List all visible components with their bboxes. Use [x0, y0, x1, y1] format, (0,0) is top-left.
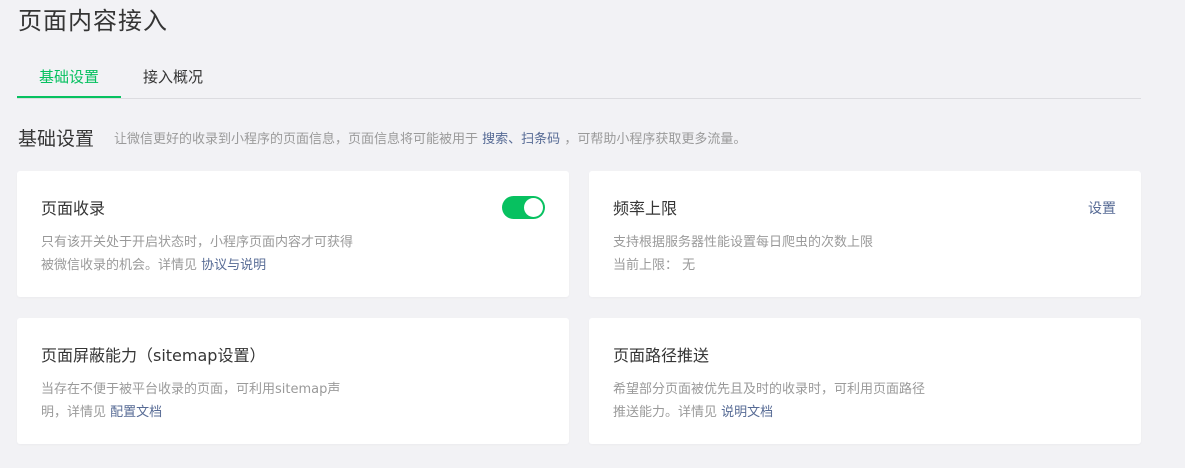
page-index-title: 页面收录 — [41, 199, 106, 218]
page-title: 页面内容接入 — [18, 7, 168, 35]
tab-basic-settings[interactable]: 基础设置 — [17, 58, 121, 98]
sitemap-desc-line2: 明，详情见 — [41, 405, 107, 420]
path-push-description: 希望部分页面被优先且及时的收录时，可利用页面路径 推送能力。详情见 说明文档 — [613, 378, 973, 424]
sitemap-desc-line1: 当存在不便于被平台收录的页面，可利用sitemap声 — [41, 382, 341, 397]
toggle-knob — [524, 198, 543, 217]
section-desc-suffix: ，可帮助小程序获取更多流量。 — [564, 131, 747, 147]
section-description: 让微信更好的收录到小程序的页面信息，页面信息将可能被用于 搜索、扫条码 ，可帮助… — [114, 128, 746, 147]
rate-limit-card: 频率上限 设置 支持根据服务器性能设置每日爬虫的次数上限 当前上限： 无 — [589, 171, 1141, 297]
config-doc-link[interactable]: 配置文档 — [110, 405, 162, 420]
rate-limit-current: 当前上限： 无 — [613, 258, 696, 273]
sitemap-title: 页面屏蔽能力（sitemap设置） — [41, 346, 266, 365]
section-header: 基础设置 让微信更好的收录到小程序的页面信息，页面信息将可能被用于 搜索、扫条码… — [18, 122, 746, 152]
rate-limit-title: 频率上限 — [613, 199, 678, 218]
page-index-description: 只有该开关处于开启状态时，小程序页面内容才可获得 被微信收录的机会。详情见 协议… — [41, 231, 401, 277]
path-push-desc-line1: 希望部分页面被优先且及时的收录时，可利用页面路径 — [613, 382, 926, 397]
sitemap-card: 页面屏蔽能力（sitemap设置） 当存在不便于被平台收录的页面，可利用site… — [17, 318, 569, 444]
path-push-title: 页面路径推送 — [613, 346, 710, 365]
path-push-card: 页面路径推送 希望部分页面被优先且及时的收录时，可利用页面路径 推送能力。详情见… — [589, 318, 1141, 444]
tab-access-overview[interactable]: 接入概况 — [127, 58, 219, 98]
rate-limit-settings-link[interactable]: 设置 — [1088, 198, 1116, 218]
sitemap-description: 当存在不便于被平台收录的页面，可利用sitemap声 明，详情见 配置文档 — [41, 378, 401, 424]
path-push-desc-line2: 推送能力。详情见 — [613, 405, 718, 420]
page-index-card: 页面收录 只有该开关处于开启状态时，小程序页面内容才可获得 被微信收录的机会。详… — [17, 171, 569, 297]
page-index-desc-line2: 被微信收录的机会。详情见 — [41, 258, 198, 273]
page-index-toggle[interactable] — [502, 196, 545, 219]
rate-limit-description: 支持根据服务器性能设置每日爬虫的次数上限 当前上限： 无 — [613, 231, 973, 277]
agreement-link[interactable]: 协议与说明 — [201, 258, 266, 273]
section-desc-prefix: 让微信更好的收录到小程序的页面信息，页面信息将可能被用于 — [114, 131, 479, 147]
tab-bar: 基础设置 接入概况 — [17, 58, 1141, 99]
rate-limit-desc-line1: 支持根据服务器性能设置每日爬虫的次数上限 — [613, 235, 874, 250]
search-scan-link[interactable]: 搜索、扫条码 — [482, 132, 560, 147]
explain-doc-link[interactable]: 说明文档 — [721, 405, 773, 420]
page-index-desc-line1: 只有该开关处于开启状态时，小程序页面内容才可获得 — [41, 235, 354, 250]
section-title: 基础设置 — [18, 127, 95, 150]
